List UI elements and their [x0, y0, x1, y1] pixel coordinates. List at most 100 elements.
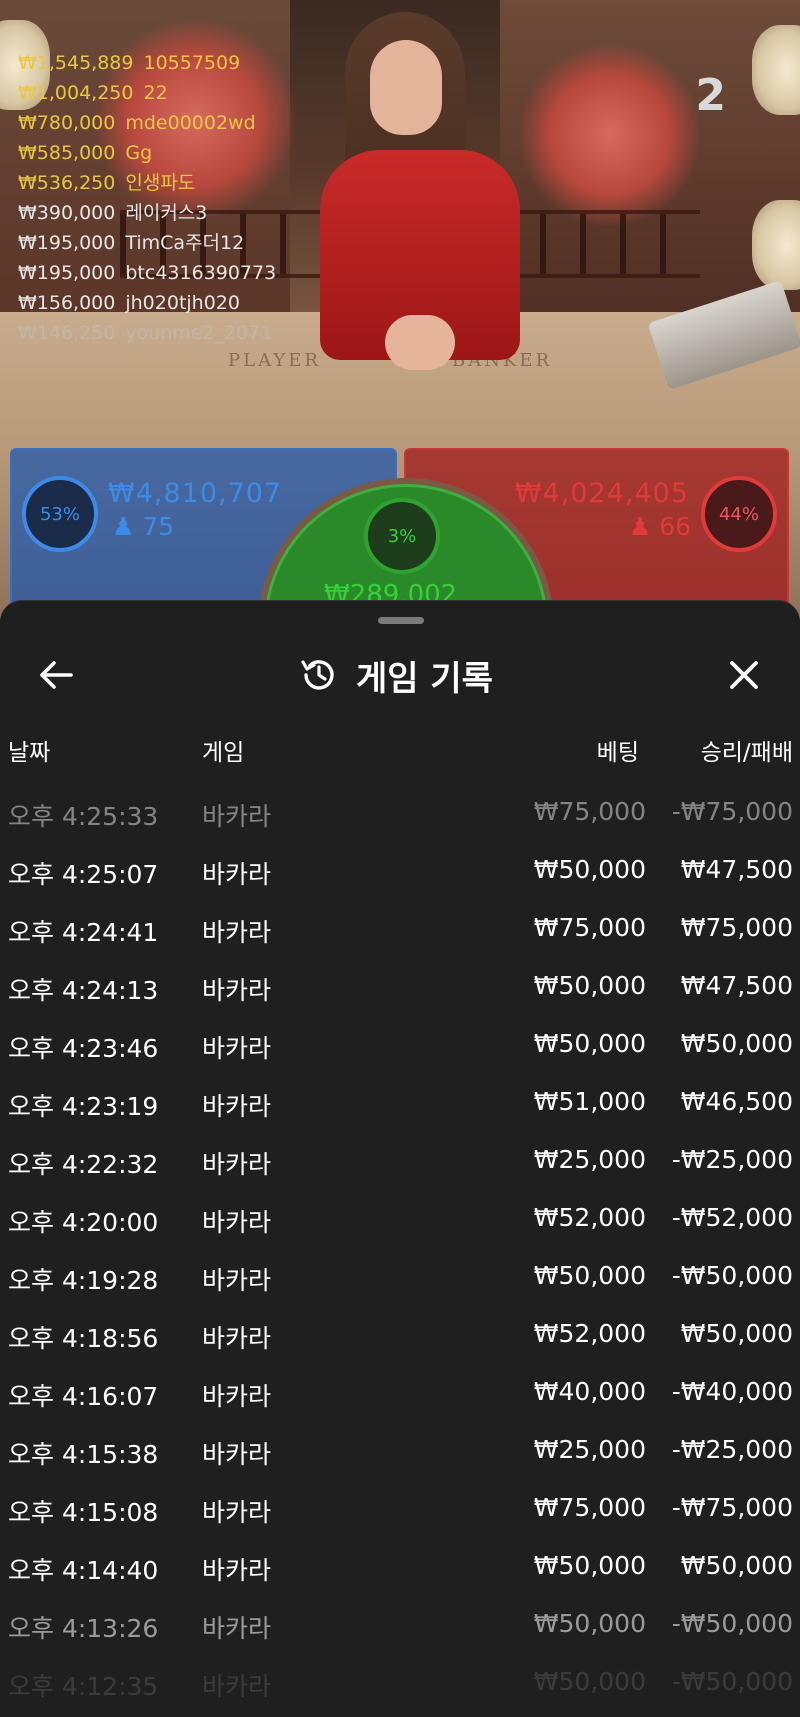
history-game: 바카라	[202, 802, 272, 831]
player-count-value: 75	[142, 512, 175, 541]
history-result: -₩50,000	[671, 1261, 793, 1290]
ticker-amount: ₩1,545,889	[18, 52, 134, 74]
history-bet: ₩50,000	[533, 855, 646, 884]
history-row[interactable]: 오후 4:15:38 바카라 ₩25,000 -₩25,000	[0, 1421, 800, 1479]
ticker-row: ₩146,250 younme2_2071	[18, 318, 276, 348]
history-bet: ₩75,000	[533, 913, 646, 942]
history-game: 바카라	[202, 1208, 272, 1237]
ticker-user: 인생파도	[125, 172, 196, 194]
player-percent-ring: 53%	[22, 476, 98, 552]
back-button[interactable]	[30, 649, 82, 701]
history-result: ₩50,000	[680, 1319, 793, 1348]
history-result: ₩50,000	[680, 1029, 793, 1058]
history-game: 바카라	[202, 1556, 272, 1585]
banker-percent-ring: 44%	[701, 476, 777, 552]
ticker-row: ₩585,000 Gg	[18, 138, 276, 168]
history-bet: ₩25,000	[533, 1435, 646, 1464]
history-result: -₩50,000	[671, 1667, 793, 1696]
ticker-user: Gg	[125, 142, 153, 164]
ticker-user: 레이커스3	[125, 202, 208, 224]
history-bet: ₩75,000	[533, 797, 646, 826]
ticker-user: jh020tjh020	[125, 292, 240, 314]
history-time: 오후 4:24:13	[8, 976, 159, 1005]
ticker-amount: ₩536,250	[18, 172, 116, 194]
history-game: 바카라	[202, 1440, 272, 1469]
column-headers: 날짜 게임 베팅 승리/패배	[0, 733, 800, 773]
history-result: ₩47,500	[680, 971, 793, 1000]
history-result: ₩46,500	[680, 1087, 793, 1116]
history-time: 오후 4:25:07	[8, 860, 159, 889]
history-row[interactable]: 오후 4:14:40 바카라 ₩50,000 ₩50,000	[0, 1537, 800, 1595]
history-row[interactable]: 오후 4:24:41 바카라 ₩75,000 ₩75,000	[0, 899, 800, 957]
lantern-decor	[752, 200, 800, 290]
ticker-amount: ₩780,000	[18, 112, 116, 134]
history-bet: ₩50,000	[533, 1029, 646, 1058]
history-bet: ₩50,000	[533, 1667, 646, 1696]
column-win-loss: 승리/패배	[700, 740, 793, 766]
history-game: 바카라	[202, 976, 272, 1005]
history-result: -₩25,000	[671, 1145, 793, 1174]
ticker-row: ₩156,000 jh020tjh020	[18, 288, 276, 318]
history-game: 바카라	[202, 860, 272, 889]
ticker-amount: ₩146,250	[18, 322, 116, 344]
close-icon	[730, 661, 758, 689]
history-row[interactable]: 오후 4:18:56 바카라 ₩52,000 ₩50,000	[0, 1305, 800, 1363]
history-game: 바카라	[202, 1324, 272, 1353]
history-result: ₩50,000	[680, 1551, 793, 1580]
ticker-amount: ₩585,000	[18, 142, 116, 164]
history-time: 오후 4:13:26	[8, 1614, 159, 1643]
history-time: 오후 4:15:08	[8, 1498, 159, 1527]
history-row[interactable]: 오후 4:12:35 바카라 ₩50,000 -₩50,000	[0, 1653, 800, 1711]
history-result: ₩75,000	[680, 913, 793, 942]
history-row[interactable]: 오후 4:15:08 바카라 ₩75,000 -₩75,000	[0, 1479, 800, 1537]
history-row[interactable]: 오후 4:16:07 바카라 ₩40,000 -₩40,000	[0, 1363, 800, 1421]
history-time: 오후 4:23:19	[8, 1092, 159, 1121]
ticker-user: 22	[143, 82, 168, 104]
ticker-user: TimCa주더12	[125, 232, 245, 254]
history-row[interactable]: 오후 4:23:46 바카라 ₩50,000 ₩50,000	[0, 1015, 800, 1073]
history-list[interactable]: 오후 4:25:33 바카라 ₩75,000 -₩75,000 오후 4:25:07 바카…	[0, 783, 800, 1711]
ticker-amount: ₩1,004,250	[18, 82, 134, 104]
ticker-amount: ₩195,000	[18, 262, 116, 284]
ticker-user: btc4316390773	[125, 262, 277, 284]
history-row[interactable]: 오후 4:24:13 바카라 ₩50,000 ₩47,500	[0, 957, 800, 1015]
history-row[interactable]: 오후 4:20:00 바카라 ₩52,000 -₩52,000	[0, 1189, 800, 1247]
history-bet: ₩50,000	[533, 1551, 646, 1580]
history-time: 오후 4:15:38	[8, 1440, 159, 1469]
ticker-row: ₩195,000 TimCa주더12	[18, 228, 276, 258]
history-row[interactable]: 오후 4:25:07 바카라 ₩50,000 ₩47,500	[0, 841, 800, 899]
column-game: 게임	[202, 740, 245, 766]
history-row[interactable]: 오후 4:23:19 바카라 ₩51,000 ₩46,500	[0, 1073, 800, 1131]
ticker-amount: ₩195,000	[18, 232, 116, 254]
person-icon: ♟	[628, 512, 652, 541]
history-row[interactable]: 오후 4:13:26 바카라 ₩50,000 -₩50,000	[0, 1595, 800, 1653]
round-number: 2	[695, 70, 726, 121]
history-bet: ₩25,000	[533, 1145, 646, 1174]
history-bet: ₩40,000	[533, 1377, 646, 1406]
history-row[interactable]: 오후 4:19:28 바카라 ₩50,000 -₩50,000	[0, 1247, 800, 1305]
history-game: 바카라	[202, 918, 272, 947]
history-game: 바카라	[202, 1382, 272, 1411]
history-game: 바카라	[202, 1034, 272, 1063]
ticker-amount: ₩390,000	[18, 202, 116, 224]
history-time: 오후 4:22:32	[8, 1150, 159, 1179]
game-history-sheet: 게임 기록 날짜 게임 베팅 승리/패배 오후 4:25:33 바카라 ₩75,00…	[0, 600, 800, 1717]
bet-ticker: ₩1,545,889 10557509 ₩1,004,250 22 ₩780,000 md…	[18, 48, 276, 348]
close-button[interactable]	[718, 649, 770, 701]
history-row[interactable]: 오후 4:22:32 바카라 ₩25,000 -₩25,000	[0, 1131, 800, 1189]
history-game: 바카라	[202, 1266, 272, 1295]
lantern-decor	[752, 25, 800, 115]
history-time: 오후 4:19:28	[8, 1266, 159, 1295]
ticker-amount: ₩156,000	[18, 292, 116, 314]
column-date: 날짜	[8, 740, 51, 766]
ticker-user: 10557509	[143, 52, 241, 74]
live-video-stream: PLAYER BANKER 2 ₩1,545,889 10557509 ₩1,004…	[0, 0, 800, 620]
history-row[interactable]: 오후 4:25:33 바카라 ₩75,000 -₩75,000	[0, 783, 800, 841]
ticker-user: younme2_2071	[125, 322, 273, 344]
history-game: 바카라	[202, 1614, 272, 1643]
drag-handle[interactable]	[378, 617, 424, 624]
tie-percent: 3%	[387, 525, 417, 547]
history-game: 바카라	[202, 1150, 272, 1179]
ticker-row: ₩1,004,250 22	[18, 78, 276, 108]
banker-count-value: 66	[659, 512, 691, 541]
